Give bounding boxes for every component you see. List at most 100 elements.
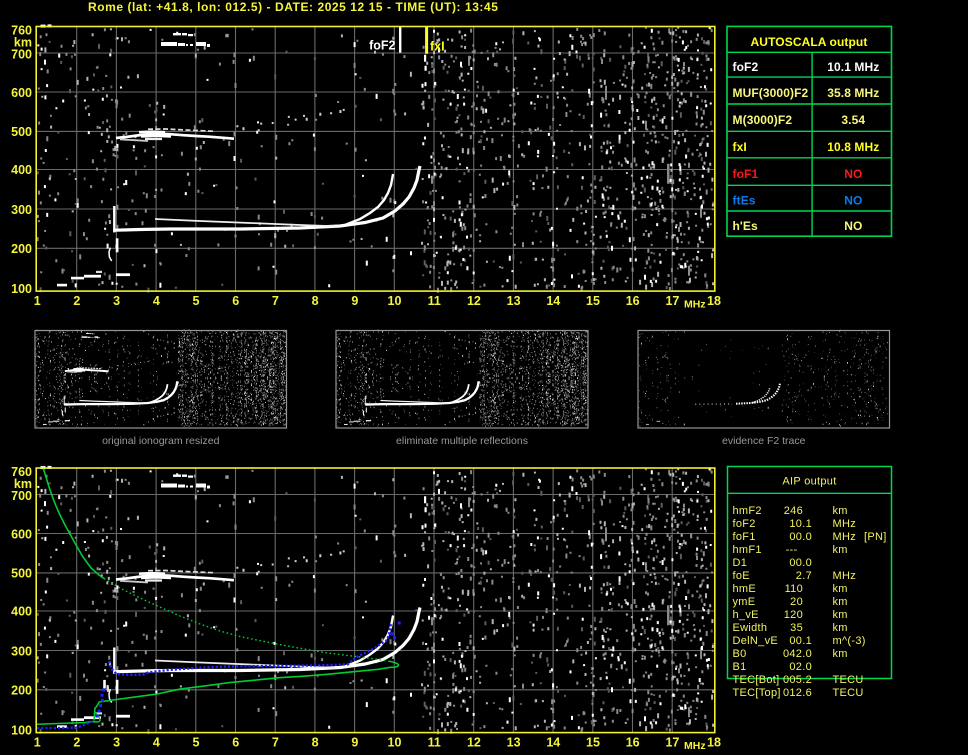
svg-text:200: 200	[11, 684, 32, 698]
svg-text:8: 8	[312, 294, 319, 308]
svg-text:MUF(3000)F2: MUF(3000)F2	[733, 86, 809, 100]
svg-text:042.0: 042.0	[783, 648, 812, 660]
svg-text:100: 100	[11, 282, 32, 296]
svg-text:18: 18	[707, 736, 721, 750]
svg-text:00.1: 00.1	[789, 635, 812, 647]
svg-text:9: 9	[351, 736, 358, 750]
svg-text:B0: B0	[733, 648, 747, 660]
svg-text:2.7: 2.7	[796, 570, 812, 582]
svg-text:7: 7	[272, 736, 279, 750]
svg-text:12: 12	[467, 294, 481, 308]
svg-text:4: 4	[153, 294, 160, 308]
svg-text:700: 700	[11, 48, 32, 62]
svg-text:17: 17	[665, 736, 679, 750]
svg-text:foF2: foF2	[733, 60, 759, 74]
svg-text:7: 7	[272, 294, 279, 308]
svg-text:km: km	[833, 609, 848, 621]
svg-text:eliminate multiple reflections: eliminate multiple reflections	[396, 435, 528, 447]
svg-text:500: 500	[11, 566, 32, 580]
svg-text:16: 16	[626, 736, 640, 750]
svg-text:Ewidth: Ewidth	[733, 622, 768, 634]
svg-text:MHz: MHz	[684, 740, 706, 752]
svg-text:fxI: fxI	[733, 140, 747, 154]
svg-text:9: 9	[351, 294, 358, 308]
svg-text:13: 13	[507, 736, 521, 750]
svg-text:TEC[Top]: TEC[Top]	[733, 687, 781, 699]
svg-text:10.1 MHz: 10.1 MHz	[827, 60, 879, 74]
svg-text:ftEs: ftEs	[733, 194, 756, 208]
svg-text:6: 6	[232, 294, 239, 308]
svg-text:km: km	[833, 544, 848, 556]
svg-text:100: 100	[11, 723, 32, 737]
svg-text:TECU: TECU	[833, 687, 864, 699]
svg-text:700: 700	[11, 489, 32, 503]
svg-text:1: 1	[34, 294, 41, 308]
svg-text:6: 6	[232, 736, 239, 750]
svg-text:NO: NO	[844, 219, 862, 233]
svg-text:400: 400	[11, 163, 32, 177]
svg-text:17: 17	[665, 294, 679, 308]
svg-text:---: ---	[786, 544, 798, 556]
svg-text:14: 14	[546, 736, 560, 750]
svg-text:8: 8	[312, 736, 319, 750]
svg-text:km: km	[833, 622, 848, 634]
svg-text:16: 16	[626, 294, 640, 308]
svg-text:400: 400	[11, 605, 32, 619]
svg-text:km: km	[833, 648, 848, 660]
svg-text:2: 2	[73, 294, 80, 308]
svg-text:005.2: 005.2	[783, 674, 812, 686]
svg-text:5: 5	[193, 294, 200, 308]
svg-text:km: km	[833, 596, 848, 608]
svg-text:4: 4	[153, 736, 160, 750]
svg-text:foE: foE	[733, 570, 750, 582]
svg-text:3: 3	[113, 736, 120, 750]
svg-text:foF2: foF2	[733, 518, 756, 530]
svg-text:10.1: 10.1	[789, 518, 812, 530]
svg-text:TEC[Bot]: TEC[Bot]	[733, 674, 780, 686]
svg-text:km: km	[833, 583, 848, 595]
svg-text:DelN_vE: DelN_vE	[733, 635, 779, 647]
svg-text:m^(-3): m^(-3)	[833, 635, 866, 647]
svg-text:3: 3	[113, 294, 120, 308]
svg-text:20: 20	[790, 596, 803, 608]
svg-text:ymE: ymE	[733, 596, 756, 608]
svg-text:h_vE: h_vE	[733, 609, 759, 621]
svg-text:02.0: 02.0	[789, 661, 812, 673]
svg-text:12: 12	[467, 736, 481, 750]
svg-text:18: 18	[707, 294, 721, 308]
svg-text:500: 500	[11, 125, 32, 139]
svg-text:110: 110	[785, 583, 803, 595]
svg-text:246: 246	[784, 505, 803, 517]
svg-text:13: 13	[507, 294, 521, 308]
svg-text:11: 11	[428, 736, 441, 750]
svg-text:evidence F2 trace: evidence F2 trace	[722, 435, 806, 447]
svg-text:km: km	[833, 505, 848, 517]
svg-text:15: 15	[586, 736, 600, 750]
svg-text:00.0: 00.0	[789, 531, 812, 543]
svg-text:h'Es: h'Es	[733, 219, 758, 233]
svg-text:hmF1: hmF1	[733, 544, 762, 556]
svg-text:MHz: MHz	[833, 570, 857, 582]
svg-text:11: 11	[428, 294, 441, 308]
svg-text:300: 300	[11, 203, 32, 217]
svg-text:600: 600	[11, 527, 32, 541]
svg-text:hmF2: hmF2	[733, 505, 762, 517]
svg-text:foF1: foF1	[733, 167, 759, 181]
svg-text:120: 120	[784, 609, 803, 621]
svg-text:5: 5	[193, 736, 200, 750]
svg-text:200: 200	[11, 242, 32, 256]
svg-text:fxI: fxI	[430, 39, 445, 53]
svg-text:MHz: MHz	[833, 518, 857, 530]
svg-text:B1: B1	[733, 661, 747, 673]
svg-text:2: 2	[73, 736, 80, 750]
svg-text:15: 15	[586, 294, 600, 308]
svg-text:10: 10	[388, 294, 402, 308]
svg-text:35: 35	[790, 622, 803, 634]
svg-text:10.8 MHz: 10.8 MHz	[827, 140, 879, 154]
svg-text:600: 600	[11, 86, 32, 100]
svg-text:hmE: hmE	[733, 583, 757, 595]
svg-text:AIP output: AIP output	[782, 476, 836, 488]
svg-text:Rome (lat: +41.8, lon: 012.5): Rome (lat: +41.8, lon: 012.5) - DATE: 20…	[88, 0, 498, 14]
svg-text:NO: NO	[844, 167, 862, 181]
svg-text:00.0: 00.0	[789, 557, 812, 569]
